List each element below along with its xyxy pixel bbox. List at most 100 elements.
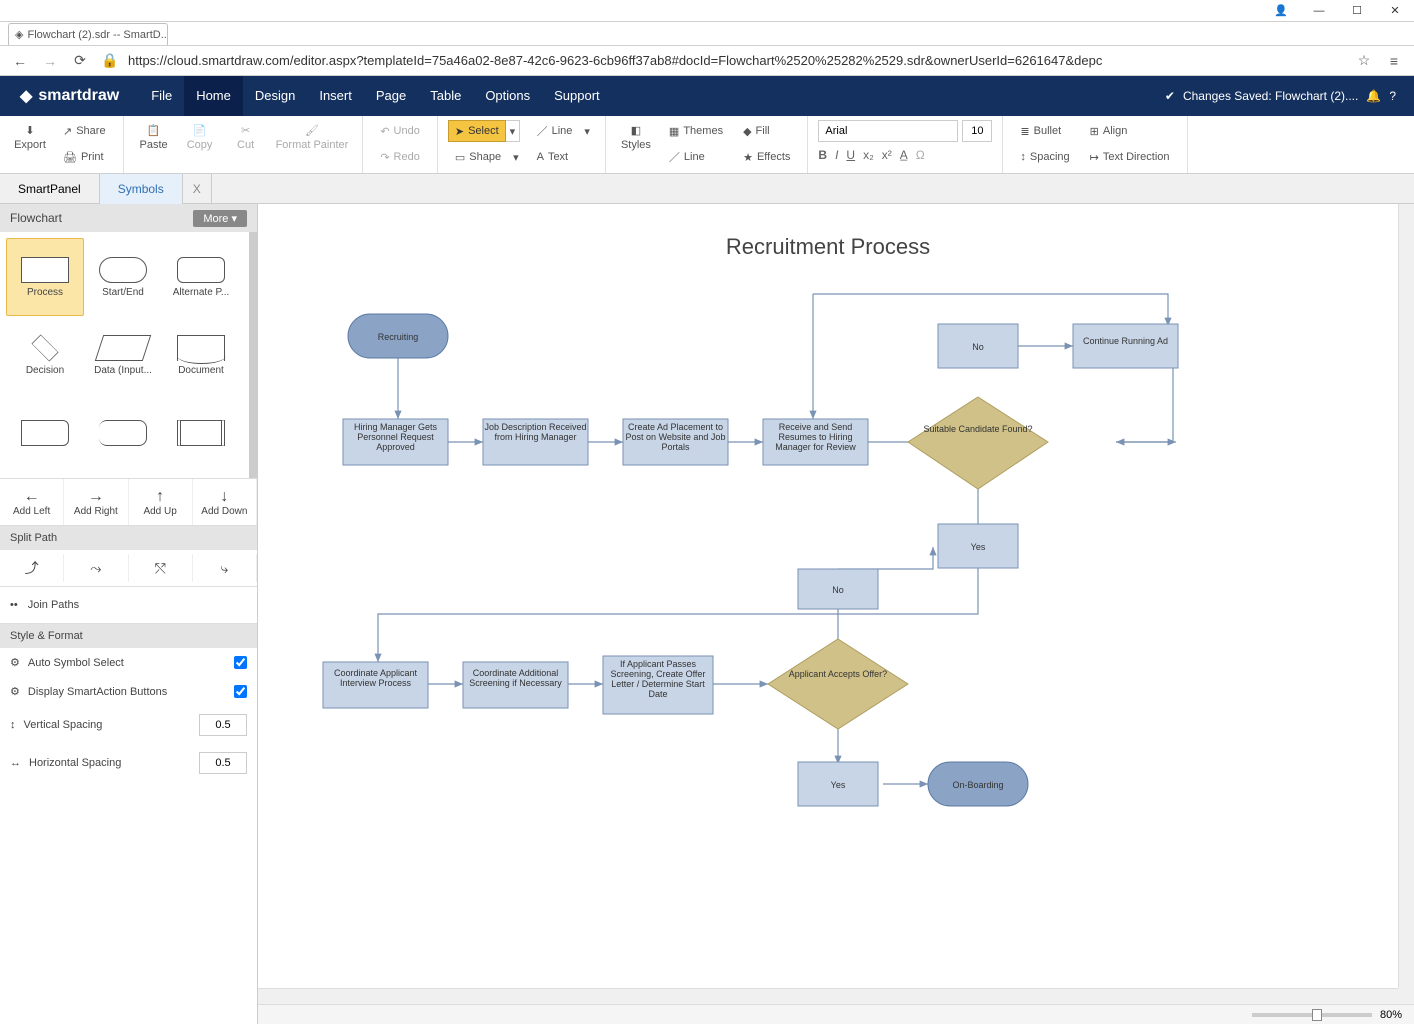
shape-dropdown[interactable]: ▾ (508, 146, 524, 168)
share-button[interactable]: ↗ Share (56, 120, 113, 142)
menu-insert[interactable]: Insert (307, 76, 364, 116)
fill-button[interactable]: ◆ Fill (736, 120, 777, 142)
node-no-2[interactable]: No (798, 569, 878, 609)
export-button[interactable]: ⬇Export (10, 120, 50, 155)
smartpanel-tab[interactable]: SmartPanel (0, 174, 100, 204)
split-1[interactable]: ⤴ (0, 554, 64, 582)
superscript-button[interactable]: x² (882, 148, 892, 162)
gear-icon: ⚙ (10, 685, 20, 698)
menu-table[interactable]: Table (418, 76, 473, 116)
line-tool-button[interactable]: ／ Line (530, 120, 580, 142)
reload-button[interactable]: ⟳ (68, 52, 92, 69)
shape-data[interactable]: Data (Input... (84, 316, 162, 394)
node-no-1[interactable]: No (938, 324, 1018, 368)
app-logo[interactable]: ◆ smartdraw (0, 86, 139, 106)
add-left-button[interactable]: ←Add Left (0, 479, 64, 525)
add-right-button[interactable]: →Add Right (64, 479, 128, 525)
node-job-description[interactable]: Job Description Received from Hiring Man… (483, 419, 588, 465)
more-button[interactable]: More ▾ (193, 210, 247, 227)
menu-options[interactable]: Options (473, 76, 542, 116)
symbol-button[interactable]: Ω (916, 148, 925, 162)
split-3[interactable]: ⤲ (129, 554, 193, 582)
underline-button[interactable]: U (846, 148, 855, 162)
undo-button[interactable]: ↶ Undo (373, 120, 427, 142)
node-suitable-candidate[interactable]: Suitable Candidate Found? (908, 397, 1048, 489)
notifications-icon[interactable]: 🔔 (1366, 89, 1381, 103)
menu-design[interactable]: Design (243, 76, 307, 116)
vertical-spacing-input[interactable] (199, 714, 247, 736)
node-create-ad[interactable]: Create Ad Placement to Post on Website a… (623, 419, 728, 465)
paste-button[interactable]: 📋Paste (134, 120, 174, 155)
url-field[interactable]: https://cloud.smartdraw.com/editor.aspx?… (128, 53, 1346, 68)
window-close[interactable]: ✕ (1376, 0, 1414, 22)
subscript-button[interactable]: x₂ (863, 148, 874, 162)
select-tool-button[interactable]: ➤ Select (448, 120, 506, 142)
node-create-offer[interactable]: If Applicant Passes Screening, Create Of… (603, 656, 713, 714)
symbols-tab[interactable]: Symbols (100, 174, 183, 204)
node-yes-2[interactable]: Yes (798, 762, 878, 806)
vspacing-icon: ↕ (10, 719, 16, 731)
node-accepts-offer[interactable]: Applicant Accepts Offer? (768, 639, 908, 729)
symbols-header: Flowchart More ▾ (0, 204, 257, 232)
line-style-button[interactable]: ／ Line (662, 146, 712, 168)
menu-home[interactable]: Home (184, 76, 243, 116)
horizontal-scrollbar[interactable] (258, 988, 1398, 1004)
node-coordinate-interview[interactable]: Coordinate Applicant Interview Process (323, 662, 428, 708)
node-onboarding[interactable]: On-Boarding (928, 762, 1028, 806)
shape-more-3[interactable] (162, 394, 240, 472)
split-4[interactable]: ⤷ (193, 554, 257, 582)
browser-tab[interactable]: ◈ Flowchart (2).sdr -- SmartD... ✕ (8, 23, 168, 45)
shape-document[interactable]: Document (162, 316, 240, 394)
menu-file[interactable]: File (139, 76, 184, 116)
back-button[interactable]: ← (8, 53, 32, 69)
italic-button[interactable]: I (835, 148, 838, 162)
horizontal-spacing-input[interactable] (199, 752, 247, 774)
close-panel-button[interactable]: X (183, 174, 212, 204)
print-button[interactable]: 🖨 Print (56, 146, 111, 168)
shape-decision[interactable]: Decision (6, 316, 84, 394)
shape-more-2[interactable] (84, 394, 162, 472)
add-down-button[interactable]: ↓Add Down (193, 479, 257, 525)
window-maximize[interactable]: ☐ (1338, 0, 1376, 22)
node-receive-resumes[interactable]: Receive and Send Resumes to Hiring Manag… (763, 419, 868, 465)
font-size-input[interactable] (962, 120, 992, 142)
shape-process[interactable]: Process (6, 238, 84, 316)
node-continue-ad[interactable]: Continue Running Ad (1073, 324, 1178, 368)
vertical-scrollbar[interactable] (1398, 204, 1414, 988)
bookmark-star-icon[interactable]: ☆ (1352, 52, 1376, 69)
svg-text:No: No (972, 342, 984, 352)
display-smartaction-checkbox[interactable] (234, 685, 247, 698)
zoom-slider[interactable] (1252, 1013, 1372, 1017)
bold-button[interactable]: B (818, 148, 827, 162)
text-tool-button[interactable]: A Text (530, 146, 576, 168)
font-family-input[interactable] (818, 120, 958, 142)
browser-menu-icon[interactable]: ≡ (1382, 53, 1406, 69)
split-2[interactable]: ⤳ (64, 554, 128, 582)
node-start[interactable]: Recruiting (348, 314, 448, 358)
palette-scrollbar[interactable] (249, 232, 257, 478)
menu-page[interactable]: Page (364, 76, 418, 116)
help-icon[interactable]: ? (1389, 89, 1396, 103)
shape-more-1[interactable] (6, 394, 84, 472)
node-coordinate-screening[interactable]: Coordinate Additional Screening if Neces… (463, 662, 568, 708)
themes-button[interactable]: ▦ Themes (662, 120, 730, 142)
shape-tool-button[interactable]: ▭ Shape (448, 146, 508, 168)
line-dropdown[interactable]: ▾ (579, 120, 595, 142)
effects-button[interactable]: ★ Effects (736, 146, 797, 168)
join-paths-button[interactable]: ••Join Paths (0, 587, 257, 624)
menu-support[interactable]: Support (542, 76, 612, 116)
add-up-button[interactable]: ↑Add Up (129, 479, 193, 525)
window-minimize[interactable]: — (1300, 0, 1338, 22)
drawing-canvas[interactable]: Recruitment Process (258, 204, 1398, 988)
shape-alternate-process[interactable]: Alternate P... (162, 238, 240, 316)
node-hiring-request[interactable]: Hiring Manager Gets Personnel Request Ap… (343, 419, 448, 465)
styles-button[interactable]: ◧Styles (616, 120, 656, 155)
user-icon[interactable]: 👤 (1262, 0, 1300, 22)
select-dropdown[interactable]: ▾ (506, 120, 521, 142)
auto-symbol-checkbox[interactable] (234, 656, 247, 669)
shape-start-end[interactable]: Start/End (84, 238, 162, 316)
font-color-button[interactable]: A̲ (900, 148, 908, 162)
node-yes-1[interactable]: Yes (938, 524, 1018, 568)
svg-text:Yes: Yes (831, 780, 846, 790)
redo-button[interactable]: ↷ Redo (373, 146, 427, 168)
